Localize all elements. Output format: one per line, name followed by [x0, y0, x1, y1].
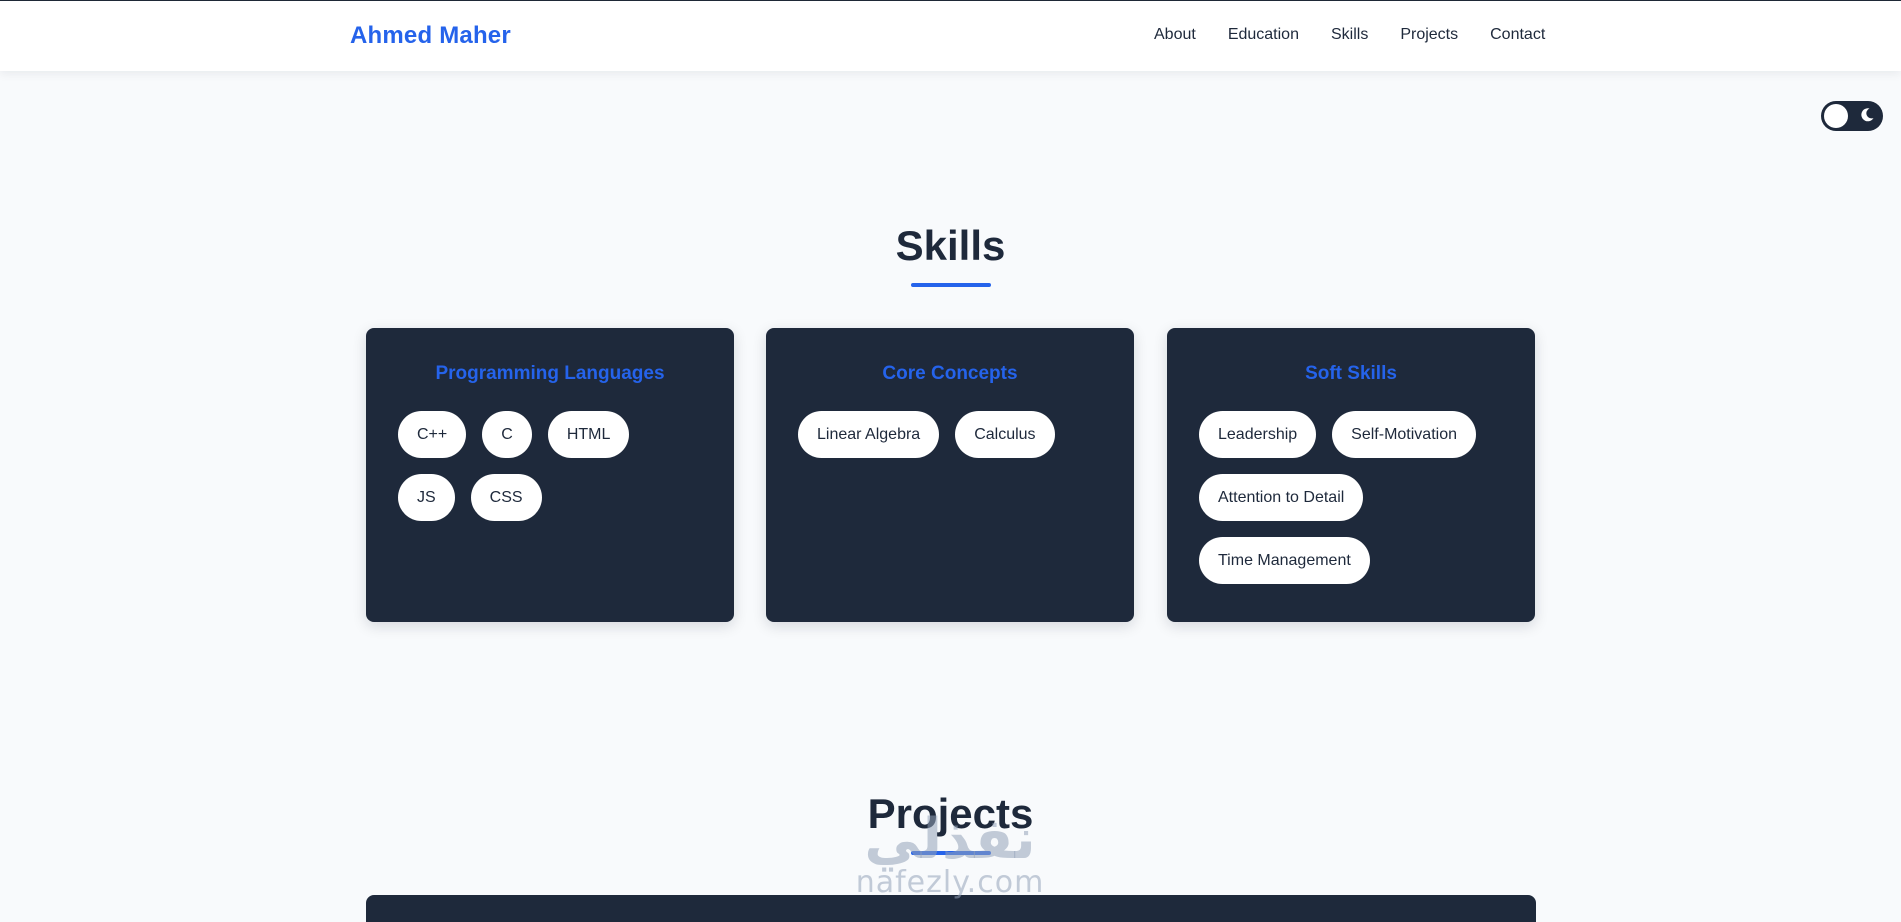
skill-tag: Time Management: [1199, 537, 1370, 584]
skill-tag: CSS: [470, 474, 542, 521]
skills-title-underline: [911, 283, 991, 287]
skill-tag-list: Leadership Self-Motivation Attention to …: [1167, 411, 1535, 584]
nav-link-skills[interactable]: Skills: [1331, 26, 1368, 44]
projects-section-title: Projects: [867, 790, 1034, 837]
navbar: Ahmed Maher About Education Skills Proje…: [0, 1, 1901, 71]
nav-link-education[interactable]: Education: [1228, 26, 1299, 44]
nav-link-about[interactable]: About: [1154, 26, 1196, 44]
skill-card-soft-skills: Soft Skills Leadership Self-Motivation A…: [1167, 328, 1535, 622]
skill-tag: HTML: [547, 411, 630, 458]
projects-title-underline: [911, 851, 991, 855]
skill-tag: Attention to Detail: [1199, 474, 1364, 521]
brand-logo[interactable]: Ahmed Maher: [350, 22, 511, 50]
skill-card-programming-languages: Programming Languages C++ C HTML JS CSS: [366, 328, 734, 622]
skill-tag: C++: [398, 411, 467, 458]
skill-card-core-concepts: Core Concepts Linear Algebra Calculus: [766, 328, 1134, 622]
skill-card-title: Core Concepts: [882, 363, 1018, 384]
nav-link-contact[interactable]: Contact: [1490, 26, 1545, 44]
theme-toggle[interactable]: [1821, 101, 1883, 131]
skill-tag: Calculus: [955, 411, 1055, 458]
skill-tag: Self-Motivation: [1332, 411, 1476, 458]
main-nav: About Education Skills Projects Contact: [1154, 26, 1545, 44]
skill-tag: Linear Algebra: [798, 411, 940, 458]
skill-tag-list: Linear Algebra Calculus: [766, 411, 1134, 458]
page: Ahmed Maher About Education Skills Proje…: [0, 0, 1901, 922]
skill-card-title: Soft Skills: [1305, 363, 1397, 384]
skill-tag: C: [482, 411, 532, 458]
skill-tag: Leadership: [1199, 411, 1317, 458]
skills-section-title: Skills: [895, 222, 1006, 269]
skill-tag: JS: [398, 474, 455, 521]
project-card: [366, 895, 1536, 922]
skill-tag-list: C++ C HTML JS CSS: [366, 411, 734, 521]
moon-icon: [1861, 108, 1874, 122]
skill-card-title: Programming Languages: [435, 363, 665, 384]
toggle-knob: [1824, 104, 1848, 128]
nav-link-projects[interactable]: Projects: [1400, 26, 1458, 44]
